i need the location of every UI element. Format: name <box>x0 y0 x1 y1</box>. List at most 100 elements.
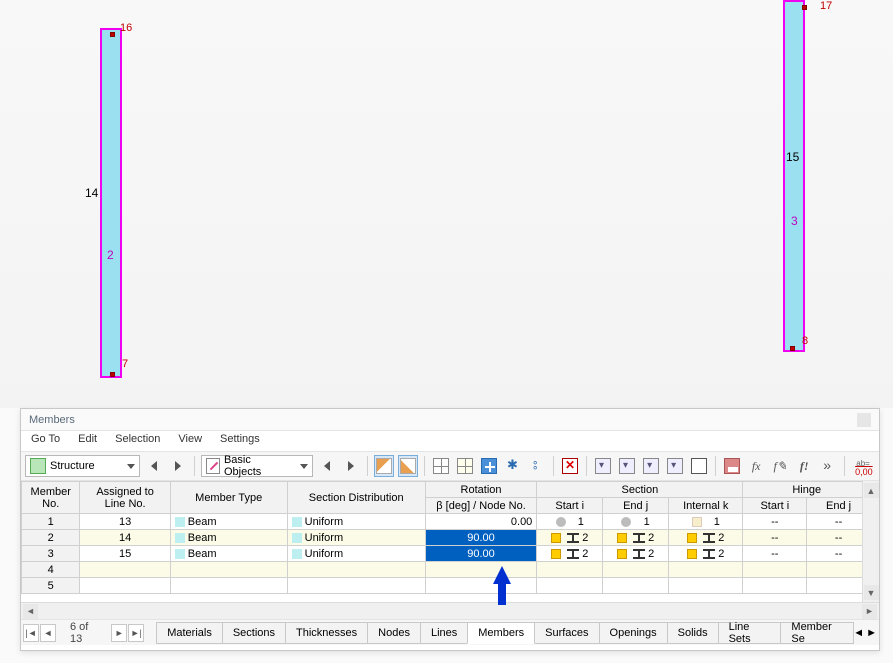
filter-d-button[interactable] <box>665 455 685 477</box>
tab-sections[interactable]: Sections <box>222 622 286 644</box>
col-hinge-start-i[interactable]: Start i <box>743 498 807 514</box>
scroll-up-icon[interactable]: ▲ <box>864 483 879 498</box>
table-cell[interactable] <box>287 578 425 594</box>
tab-nodes[interactable]: Nodes <box>367 622 421 644</box>
col-internal-k[interactable]: Internal k <box>669 498 743 514</box>
table-cell[interactable]: 15 <box>80 546 170 562</box>
table-cell[interactable] <box>603 578 669 594</box>
tab-member-se[interactable]: Member Se <box>780 622 854 644</box>
table-cell[interactable]: 1 <box>22 514 80 530</box>
overflow-button[interactable] <box>818 455 838 477</box>
nav-first-button[interactable]: |◄ <box>23 624 39 642</box>
fx-b-button[interactable]: f✎ <box>770 455 790 477</box>
table-cell[interactable] <box>743 562 807 578</box>
window-titlebar[interactable]: Members <box>21 409 879 431</box>
close-icon[interactable] <box>857 413 871 427</box>
horizontal-scrollbar[interactable]: ◄ ► <box>21 602 879 619</box>
filter-b-button[interactable] <box>617 455 637 477</box>
tab-members[interactable]: Members <box>467 622 535 644</box>
col-dist[interactable]: Section Distribution <box>287 482 425 514</box>
structure-prev-button[interactable] <box>144 455 164 477</box>
table-cell[interactable]: 2 <box>603 530 669 546</box>
units-button[interactable]: ab= 0,00 <box>851 455 875 477</box>
table-cell[interactable]: 5 <box>22 578 80 594</box>
table-cell[interactable]: 2 <box>537 546 603 562</box>
col-rotation[interactable]: β [deg] / Node No. <box>425 498 537 514</box>
table-cell[interactable] <box>80 562 170 578</box>
node-17[interactable] <box>802 5 807 10</box>
table-cell[interactable]: 1 <box>669 514 743 530</box>
table-cell[interactable]: 2 <box>603 546 669 562</box>
menu-settings[interactable]: Settings <box>220 433 260 449</box>
table-cell[interactable]: 13 <box>80 514 170 530</box>
col-rotation-group[interactable]: Rotation <box>425 482 537 498</box>
table-cell[interactable]: -- <box>743 514 807 530</box>
node-8[interactable] <box>790 346 795 351</box>
scroll-down-icon[interactable]: ▼ <box>864 585 879 600</box>
structure-next-button[interactable] <box>168 455 188 477</box>
table-cell[interactable] <box>170 578 287 594</box>
col-hinge-group[interactable]: Hinge <box>743 482 871 498</box>
grid-b-button[interactable] <box>455 455 475 477</box>
nav-next-button[interactable]: ► <box>111 624 127 642</box>
basic-objects-combo[interactable]: Basic Objects <box>201 455 313 477</box>
table-row[interactable]: 315BeamUniform90.00222---- <box>22 546 871 562</box>
tab-lines[interactable]: Lines <box>420 622 468 644</box>
table-cell[interactable]: 0.00 <box>425 514 537 530</box>
table-cell[interactable] <box>603 562 669 578</box>
filter-a-button[interactable] <box>593 455 613 477</box>
table-cell[interactable]: -- <box>807 546 871 562</box>
table-cell[interactable] <box>537 578 603 594</box>
grid-a-button[interactable] <box>431 455 451 477</box>
table-cell[interactable]: 14 <box>80 530 170 546</box>
menu-edit[interactable]: Edit <box>78 433 97 449</box>
delete-button[interactable] <box>560 455 580 477</box>
table-cell[interactable] <box>669 562 743 578</box>
vertical-scrollbar[interactable]: ▲ ▼ <box>862 481 879 602</box>
table-cell[interactable]: Beam <box>170 514 287 530</box>
model-canvas[interactable]: 16 14 2 7 17 15 3 8 <box>0 0 893 408</box>
basic-prev-button[interactable] <box>317 455 337 477</box>
table-cell[interactable] <box>669 578 743 594</box>
table-row[interactable]: 113BeamUniform0.00 1 1 1---- <box>22 514 871 530</box>
table-cell[interactable]: Beam <box>170 530 287 546</box>
fx-a-button[interactable]: fx <box>746 455 766 477</box>
tab-materials[interactable]: Materials <box>156 622 223 644</box>
table-cell[interactable]: 1 <box>537 514 603 530</box>
table-cell[interactable] <box>80 578 170 594</box>
col-type[interactable]: Member Type <box>170 482 287 514</box>
structure-combo[interactable]: Structure <box>25 455 140 477</box>
table-cell[interactable]: 2 <box>537 530 603 546</box>
col-hinge-end-j[interactable]: End j <box>807 498 871 514</box>
tabs-scroll-left-button[interactable]: ◄ <box>853 627 864 639</box>
table-row[interactable]: 214BeamUniform90.00222---- <box>22 530 871 546</box>
col-section-group[interactable]: Section <box>537 482 743 498</box>
basic-next-button[interactable] <box>341 455 361 477</box>
table-cell[interactable]: Uniform <box>287 530 425 546</box>
filter-c-button[interactable] <box>641 455 661 477</box>
menu-goto[interactable]: Go To <box>31 433 60 449</box>
select-mode-b-button[interactable] <box>398 455 418 477</box>
save-button[interactable] <box>722 455 742 477</box>
add-blue-button[interactable] <box>479 455 499 477</box>
select-mode-a-button[interactable] <box>374 455 394 477</box>
col-member-no[interactable]: MemberNo. <box>22 482 80 514</box>
dots-blue-button[interactable] <box>527 455 547 477</box>
members-table[interactable]: MemberNo. Assigned toLine No. Member Typ… <box>21 481 871 594</box>
table-cell[interactable] <box>807 578 871 594</box>
scroll-left-icon[interactable]: ◄ <box>23 604 38 619</box>
node-16[interactable] <box>110 32 115 37</box>
col-end-j[interactable]: End j <box>603 498 669 514</box>
star-blue-button[interactable] <box>503 455 523 477</box>
table-cell[interactable]: Uniform <box>287 546 425 562</box>
table-cell[interactable]: 2 <box>669 546 743 562</box>
tab-line-sets[interactable]: Line Sets <box>718 622 782 644</box>
table-cell[interactable]: 1 <box>603 514 669 530</box>
table-cell[interactable] <box>425 578 537 594</box>
menu-view[interactable]: View <box>178 433 202 449</box>
tab-surfaces[interactable]: Surfaces <box>534 622 599 644</box>
tabs-scroll-right-button[interactable]: ► <box>866 627 877 639</box>
table-cell[interactable] <box>425 562 537 578</box>
menu-selection[interactable]: Selection <box>115 433 160 449</box>
table-row[interactable]: 5 <box>22 578 871 594</box>
